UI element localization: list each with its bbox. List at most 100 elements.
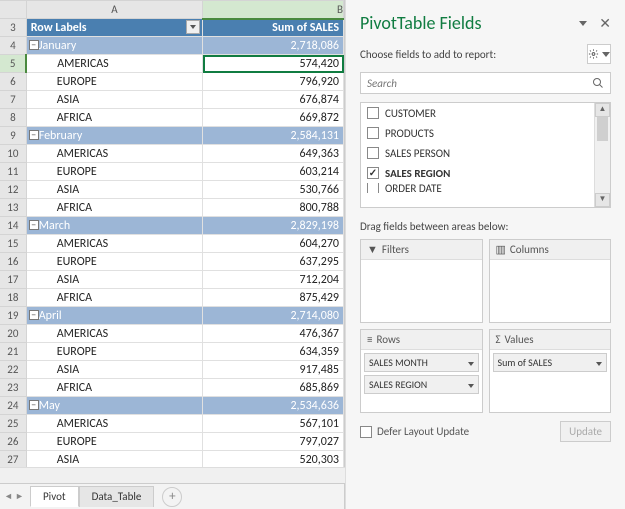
- row-header[interactable]: 19: [0, 307, 26, 325]
- month-subtotal[interactable]: 2,718,086: [203, 37, 344, 55]
- row-header[interactable]: 13: [0, 199, 26, 217]
- field-item[interactable]: CUSTOMER: [361, 103, 594, 123]
- region-label[interactable]: AFRICA: [26, 109, 203, 127]
- month-group-label[interactable]: −March: [26, 217, 203, 235]
- region-label[interactable]: ASIA: [26, 361, 203, 379]
- row-header[interactable]: 16: [0, 253, 26, 271]
- field-item[interactable]: SALES PERSON: [361, 143, 594, 163]
- close-icon[interactable]: ✕: [599, 15, 611, 32]
- region-value[interactable]: 800,788: [203, 199, 344, 217]
- rows-area[interactable]: ≡Rows SALES MONTHSALES REGION: [360, 329, 483, 413]
- region-label[interactable]: EUROPE: [26, 433, 203, 451]
- region-value[interactable]: 875,429: [203, 289, 344, 307]
- scroll-thumb[interactable]: [597, 117, 608, 141]
- horizontal-scrollbar[interactable]: [0, 467, 345, 483]
- row-header[interactable]: 9: [0, 127, 26, 145]
- search-input[interactable]: [360, 72, 611, 94]
- region-label[interactable]: EUROPE: [26, 163, 203, 181]
- region-value[interactable]: 520,303: [203, 451, 344, 469]
- region-label[interactable]: ASIA: [26, 91, 203, 109]
- row-header[interactable]: 8: [0, 109, 26, 127]
- pivot-row-labels-header[interactable]: Row Labels: [26, 19, 203, 37]
- row-header[interactable]: 3: [0, 19, 26, 37]
- field-item[interactable]: ✓SALES REGION: [361, 163, 594, 183]
- row-header[interactable]: 27: [0, 451, 26, 469]
- region-label[interactable]: AMERICAS: [26, 55, 203, 73]
- region-value[interactable]: 676,874: [203, 91, 344, 109]
- collapse-icon[interactable]: −: [29, 130, 39, 140]
- row-header[interactable]: 20: [0, 325, 26, 343]
- row-header[interactable]: 23: [0, 379, 26, 397]
- values-area[interactable]: ΣValues Sum of SALES: [489, 329, 612, 413]
- collapse-icon[interactable]: −: [29, 400, 39, 410]
- row-header[interactable]: 25: [0, 415, 26, 433]
- checkbox-icon[interactable]: [367, 107, 379, 119]
- month-group-label[interactable]: −May: [26, 397, 203, 415]
- region-label[interactable]: AFRICA: [26, 199, 203, 217]
- checkbox-icon[interactable]: [367, 183, 379, 193]
- region-value[interactable]: 669,872: [203, 109, 344, 127]
- scroll-up-icon[interactable]: ▲: [595, 103, 610, 117]
- row-header[interactable]: 21: [0, 343, 26, 361]
- row-header[interactable]: 18: [0, 289, 26, 307]
- field-item[interactable]: PRODUCTS: [361, 123, 594, 143]
- region-value[interactable]: 603,214: [203, 163, 344, 181]
- grid[interactable]: A B 3 Row Labels Sum of SALES 4 −January…: [0, 0, 344, 483]
- scroll-down-icon[interactable]: ▼: [595, 193, 610, 207]
- region-label[interactable]: ASIA: [26, 451, 203, 469]
- field-list-scrollbar[interactable]: ▲ ▼: [594, 103, 610, 207]
- region-label[interactable]: ASIA: [26, 181, 203, 199]
- region-value[interactable]: 634,359: [203, 343, 344, 361]
- month-group-label[interactable]: −April: [26, 307, 203, 325]
- chevron-down-icon[interactable]: [468, 356, 474, 369]
- sheet-tab[interactable]: Pivot: [30, 486, 79, 507]
- row-header[interactable]: 4: [0, 37, 26, 55]
- checkbox-icon[interactable]: [367, 147, 379, 159]
- region-label[interactable]: AMERICAS: [26, 325, 203, 343]
- new-sheet-button[interactable]: +: [162, 487, 182, 507]
- collapse-icon[interactable]: −: [29, 220, 39, 230]
- checkbox-icon[interactable]: [367, 127, 379, 139]
- chevron-down-icon[interactable]: [596, 356, 602, 369]
- region-value[interactable]: 574,420: [203, 55, 344, 73]
- region-value[interactable]: 604,270: [203, 235, 344, 253]
- row-header[interactable]: 22: [0, 361, 26, 379]
- gear-icon[interactable]: [587, 44, 611, 64]
- month-subtotal[interactable]: 2,584,131: [203, 127, 344, 145]
- row-header[interactable]: 17: [0, 271, 26, 289]
- region-value[interactable]: 637,295: [203, 253, 344, 271]
- collapse-icon[interactable]: −: [29, 40, 39, 50]
- search-field[interactable]: [361, 77, 586, 90]
- region-value[interactable]: 797,027: [203, 433, 344, 451]
- row-header[interactable]: 11: [0, 163, 26, 181]
- region-value[interactable]: 796,920: [203, 73, 344, 91]
- region-value[interactable]: 476,367: [203, 325, 344, 343]
- field-item[interactable]: ORDER DATE: [361, 183, 594, 193]
- month-subtotal[interactable]: 2,829,198: [203, 217, 344, 235]
- column-header-a[interactable]: A: [26, 1, 203, 19]
- row-header[interactable]: 6: [0, 73, 26, 91]
- area-pill[interactable]: SALES REGION: [364, 375, 479, 394]
- pane-menu-dropdown[interactable]: [577, 16, 587, 30]
- chevron-down-icon[interactable]: [468, 378, 474, 391]
- filters-area[interactable]: ▼Filters: [360, 239, 483, 323]
- sheet-tab[interactable]: Data_Table: [79, 486, 155, 507]
- region-value[interactable]: 917,485: [203, 361, 344, 379]
- row-header[interactable]: 5: [0, 55, 26, 73]
- filter-dropdown-icon[interactable]: [186, 20, 200, 34]
- row-header[interactable]: 15: [0, 235, 26, 253]
- region-value[interactable]: 530,766: [203, 181, 344, 199]
- region-label[interactable]: EUROPE: [26, 253, 203, 271]
- checkbox-icon[interactable]: ✓: [367, 167, 379, 179]
- region-value[interactable]: 685,869: [203, 379, 344, 397]
- column-header-b[interactable]: B: [203, 1, 344, 19]
- update-button[interactable]: Update: [560, 421, 611, 442]
- area-pill[interactable]: Sum of SALES: [493, 353, 608, 372]
- region-value[interactable]: 567,101: [203, 415, 344, 433]
- row-header[interactable]: 12: [0, 181, 26, 199]
- pivot-values-header[interactable]: Sum of SALES: [203, 19, 344, 37]
- region-value[interactable]: 712,204: [203, 271, 344, 289]
- row-header[interactable]: 14: [0, 217, 26, 235]
- region-label[interactable]: AMERICAS: [26, 415, 203, 433]
- region-label[interactable]: AMERICAS: [26, 235, 203, 253]
